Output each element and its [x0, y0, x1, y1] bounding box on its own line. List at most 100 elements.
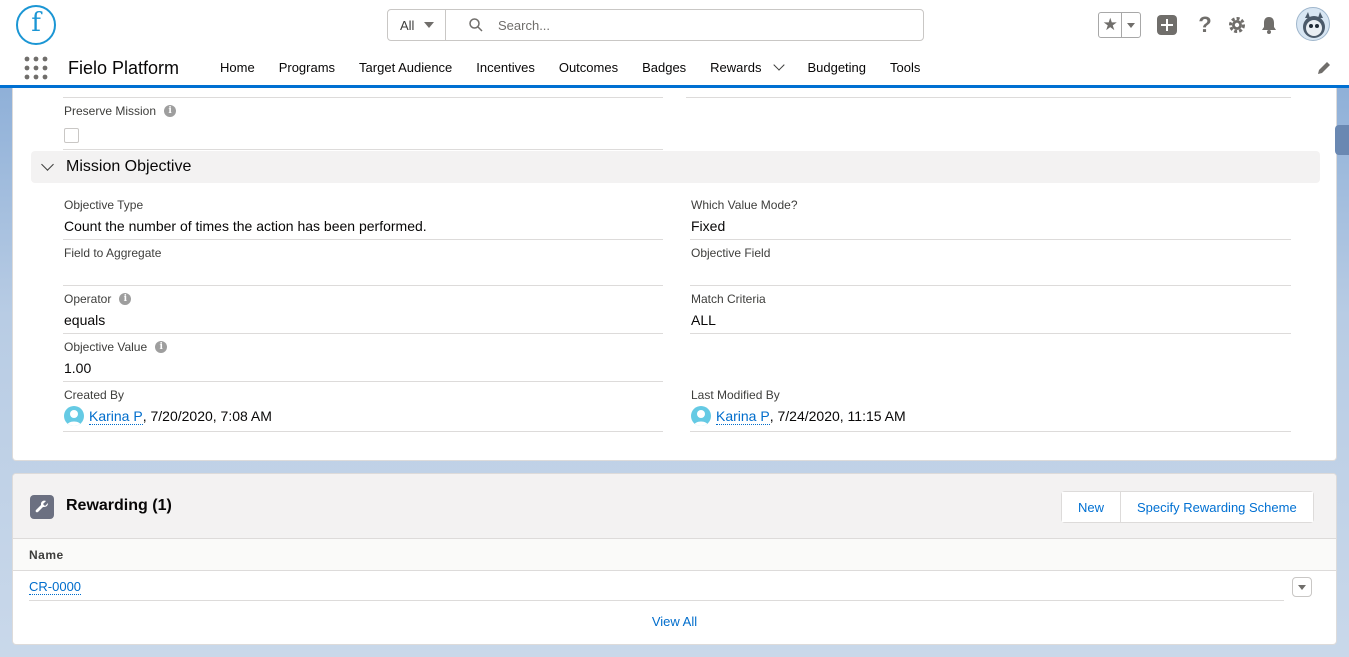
last-modified-by-user-link[interactable]: Karina P	[716, 408, 770, 425]
last-modified-by-date: , 7/24/2020, 11:15 AM	[769, 408, 906, 424]
field-label: Objective Field	[691, 246, 771, 260]
search-icon	[469, 18, 483, 32]
field-label: Match Criteria	[691, 292, 766, 306]
related-list-actions: New Specify Rewarding Scheme	[1061, 491, 1314, 523]
search-scope-label: All	[400, 17, 415, 33]
objective-value-label: Objective Value	[64, 340, 148, 354]
field-label: Operator i	[64, 292, 132, 306]
new-button[interactable]: New	[1062, 492, 1121, 522]
user-avatar-icon	[691, 406, 711, 426]
field-divider	[63, 431, 663, 432]
nav-item-label: Badges	[642, 60, 687, 75]
favorites-menu-icon[interactable]	[1122, 22, 1140, 28]
caret-down-icon	[424, 22, 435, 28]
preserve-mission-label: Preserve Mission	[64, 104, 157, 118]
field-label: Created By	[64, 388, 125, 402]
app-launcher-waffle-icon[interactable]	[24, 56, 48, 80]
field-divider	[63, 333, 663, 334]
user-avatar[interactable]	[1296, 7, 1330, 41]
nav-item-label: Rewards	[710, 60, 762, 75]
objective-value-field: Objective Value i 1.00	[64, 340, 168, 376]
favorites-button-group: ★	[1098, 12, 1141, 38]
objective-type-field: Objective Type Count the number of times…	[64, 198, 427, 234]
app-name: Fielo Platform	[68, 58, 180, 78]
related-list-title[interactable]: Rewarding (1)	[66, 497, 172, 515]
created-by-field: Created By Karina P , 7/20/2020, 7:08 AM	[64, 388, 272, 426]
nav-item-tools[interactable]: Tools	[878, 50, 932, 85]
field-divider	[63, 381, 663, 382]
field-value: 1.00	[64, 360, 92, 376]
which-value-mode-field: Which Value Mode? Fixed	[691, 198, 798, 234]
nav-item-label: Outcomes	[558, 60, 619, 75]
match-criteria-field: Match Criteria ALL	[691, 292, 766, 328]
nav-item-label: Target Audience	[359, 60, 453, 75]
field-divider	[690, 431, 1291, 432]
objective-field-field: Objective Field	[691, 246, 770, 266]
app-navigation-bar: Fielo Platform Home Programs Target Audi…	[0, 50, 1349, 88]
field-label: Field to Aggregate	[64, 246, 162, 260]
info-icon[interactable]: i	[155, 341, 168, 353]
search-scope-dropdown[interactable]: All	[388, 10, 446, 40]
nav-item-label: Budgeting	[807, 60, 867, 75]
utility-panel-toggle[interactable]	[1335, 125, 1349, 155]
column-header-label: Name	[29, 548, 64, 562]
preserve-mission-checkbox[interactable]	[64, 128, 79, 143]
nav-item-label: Tools	[890, 60, 921, 75]
preserve-mission-field: Preserve Mission i	[64, 104, 177, 118]
nav-item-target-audience[interactable]: Target Audience	[347, 50, 464, 85]
global-actions-add-icon[interactable]	[1156, 14, 1178, 36]
field-label: Objective Value i	[64, 340, 168, 354]
field-divider	[63, 239, 663, 240]
field-label: Preserve Mission i	[64, 104, 177, 118]
column-header-name[interactable]: Name	[13, 539, 1336, 571]
nav-item-programs[interactable]: Programs	[267, 50, 347, 85]
related-list-header: Rewarding (1) New Specify Rewarding Sche…	[13, 474, 1336, 539]
field-label: Which Value Mode?	[691, 198, 798, 212]
nav-item-label: Home	[220, 60, 255, 75]
nav-item-incentives[interactable]: Incentives	[464, 50, 547, 85]
setup-gear-icon[interactable]	[1226, 14, 1248, 36]
field-divider	[63, 285, 663, 286]
section-mission-objective[interactable]: Mission Objective	[31, 151, 1320, 183]
favorites-star-icon[interactable]: ★	[1099, 13, 1123, 37]
field-to-aggregate-field: Field to Aggregate	[64, 246, 161, 266]
caret-down-icon	[1298, 584, 1306, 590]
last-modified-by-field: Last Modified By Karina P , 7/24/2020, 1…	[691, 388, 906, 426]
last-modified-by-value: Karina P , 7/24/2020, 11:15 AM	[691, 406, 906, 426]
field-label: Objective Type	[64, 198, 144, 212]
logo-letter: f	[31, 8, 41, 38]
field-divider	[686, 97, 1291, 98]
info-icon[interactable]: i	[164, 105, 177, 117]
related-list-rewarding: Rewarding (1) New Specify Rewarding Sche…	[12, 473, 1337, 645]
notifications-bell-icon[interactable]	[1258, 14, 1280, 36]
nav-item-outcomes[interactable]: Outcomes	[547, 50, 630, 85]
fielo-logo[interactable]: f	[16, 5, 56, 45]
table-row-link[interactable]: CR-0000	[29, 579, 82, 595]
nav-item-label: Incentives	[476, 60, 535, 75]
field-divider	[690, 333, 1291, 334]
view-all-link[interactable]: View All	[13, 614, 1336, 629]
operator-label: Operator	[64, 292, 112, 306]
created-by-value: Karina P , 7/20/2020, 7:08 AM	[64, 406, 272, 426]
section-title: Mission Objective	[66, 158, 192, 175]
nav-item-rewards[interactable]: Rewards	[698, 50, 795, 85]
wrench-icon	[30, 495, 54, 519]
field-divider	[63, 97, 663, 98]
row-divider	[29, 600, 1284, 601]
search-input[interactable]: Search...	[498, 18, 550, 33]
info-icon[interactable]: i	[119, 293, 132, 305]
global-header: f All Search... ★ ?	[0, 0, 1349, 50]
header-utility-icons: ★	[1098, 9, 1141, 41]
nav-items: Home Programs Target Audience Incentives…	[208, 50, 932, 85]
global-search: All Search...	[387, 9, 924, 41]
created-by-user-link[interactable]: Karina P	[89, 408, 143, 425]
nav-item-badges[interactable]: Badges	[630, 50, 698, 85]
row-actions-menu-button[interactable]	[1292, 577, 1312, 597]
nav-item-budgeting[interactable]: Budgeting	[795, 50, 878, 85]
nav-item-home[interactable]: Home	[208, 50, 267, 85]
help-icon[interactable]: ?	[1194, 12, 1216, 37]
record-detail-card: Preserve Mission i Mission Objective Obj…	[12, 88, 1337, 461]
chevron-down-icon[interactable]	[773, 59, 786, 71]
edit-nav-pencil-icon[interactable]	[1316, 60, 1332, 76]
specify-rewarding-scheme-button[interactable]: Specify Rewarding Scheme	[1120, 492, 1313, 522]
